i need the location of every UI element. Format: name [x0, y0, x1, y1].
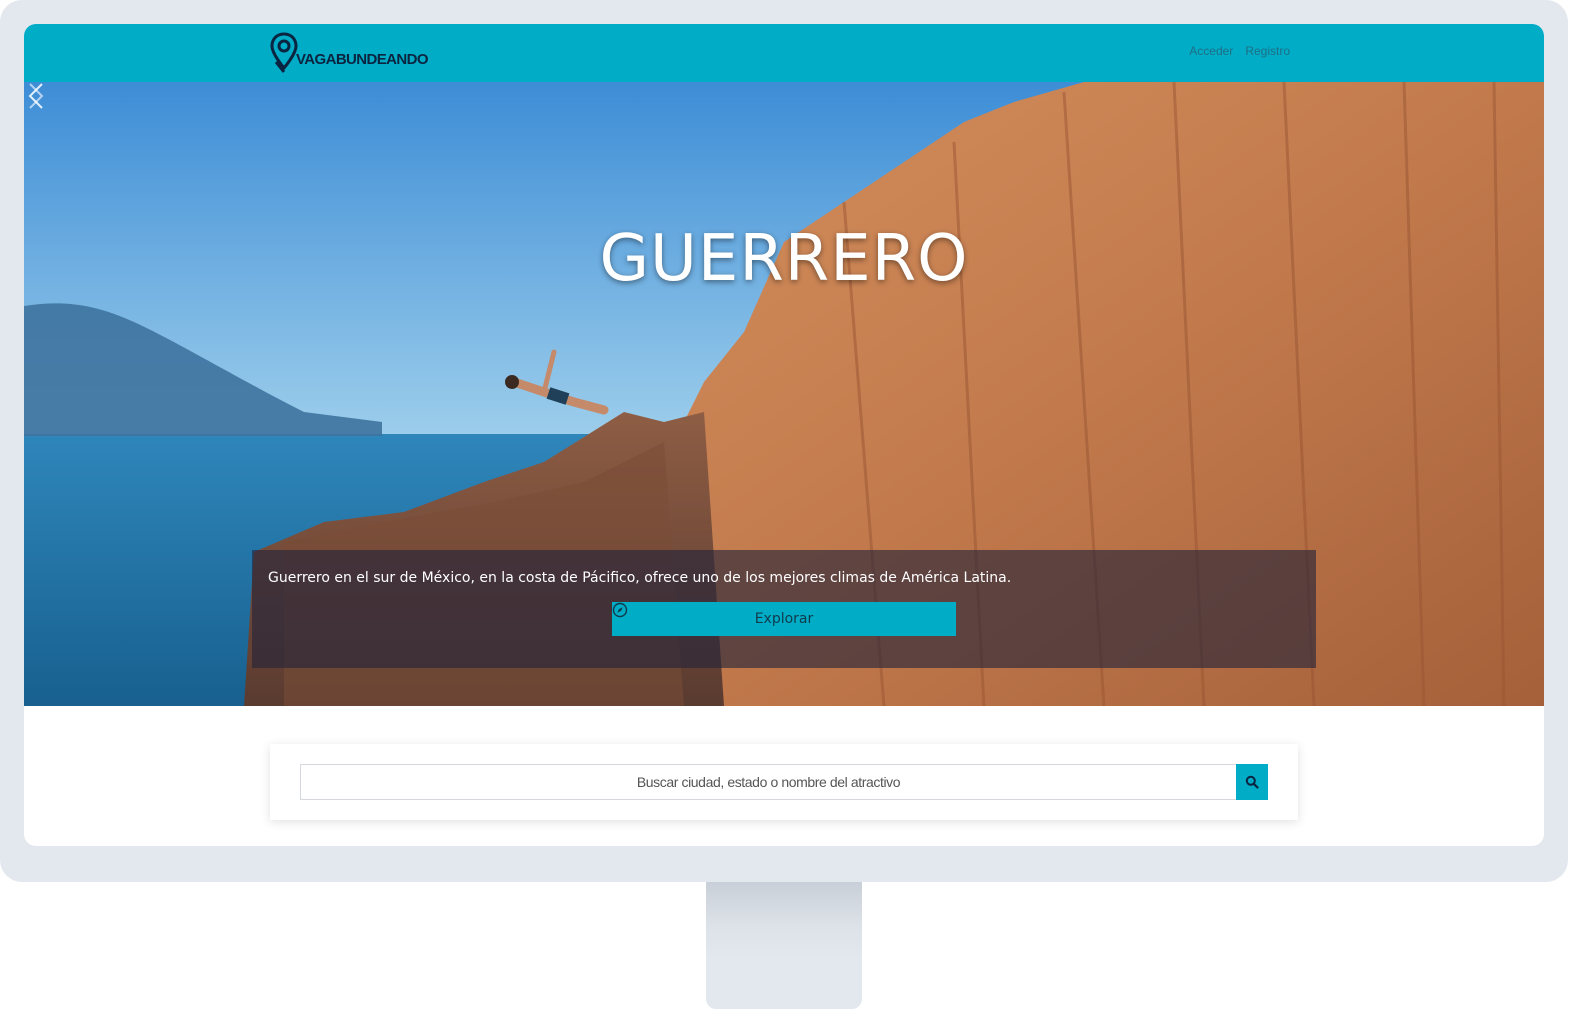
register-link[interactable]: Registro: [1245, 44, 1290, 58]
explore-button[interactable]: Explorar: [612, 602, 956, 636]
monitor-frame: VAGABUNDEANDO Acceder Registro GUERRERO …: [0, 0, 1568, 882]
search-card: [270, 744, 1298, 820]
login-link[interactable]: Acceder: [1189, 44, 1233, 58]
chevron-right-icon[interactable]: [24, 82, 48, 110]
search-icon: [1245, 775, 1259, 789]
search-button[interactable]: [1236, 764, 1268, 800]
nav-links: Acceder Registro: [1189, 44, 1290, 58]
browser-screen: VAGABUNDEANDO Acceder Registro GUERRERO …: [24, 24, 1544, 846]
hero-caption-box: Guerrero en el sur de México, en la cost…: [252, 550, 1316, 668]
search-input[interactable]: [300, 764, 1236, 800]
brand-name: VAGABUNDEANDO: [296, 51, 429, 68]
monitor-stand: [706, 882, 862, 1009]
top-navbar: VAGABUNDEANDO Acceder Registro: [24, 24, 1544, 82]
hero-title: GUERRERO: [599, 222, 969, 296]
compass-icon: [612, 602, 628, 618]
brand-logo[interactable]: VAGABUNDEANDO: [270, 30, 429, 76]
explore-button-label: Explorar: [754, 611, 814, 627]
hero-caption: Guerrero en el sur de México, en la cost…: [268, 570, 1012, 586]
hero-carousel: GUERRERO Guerrero en el sur de México, e…: [24, 82, 1544, 706]
